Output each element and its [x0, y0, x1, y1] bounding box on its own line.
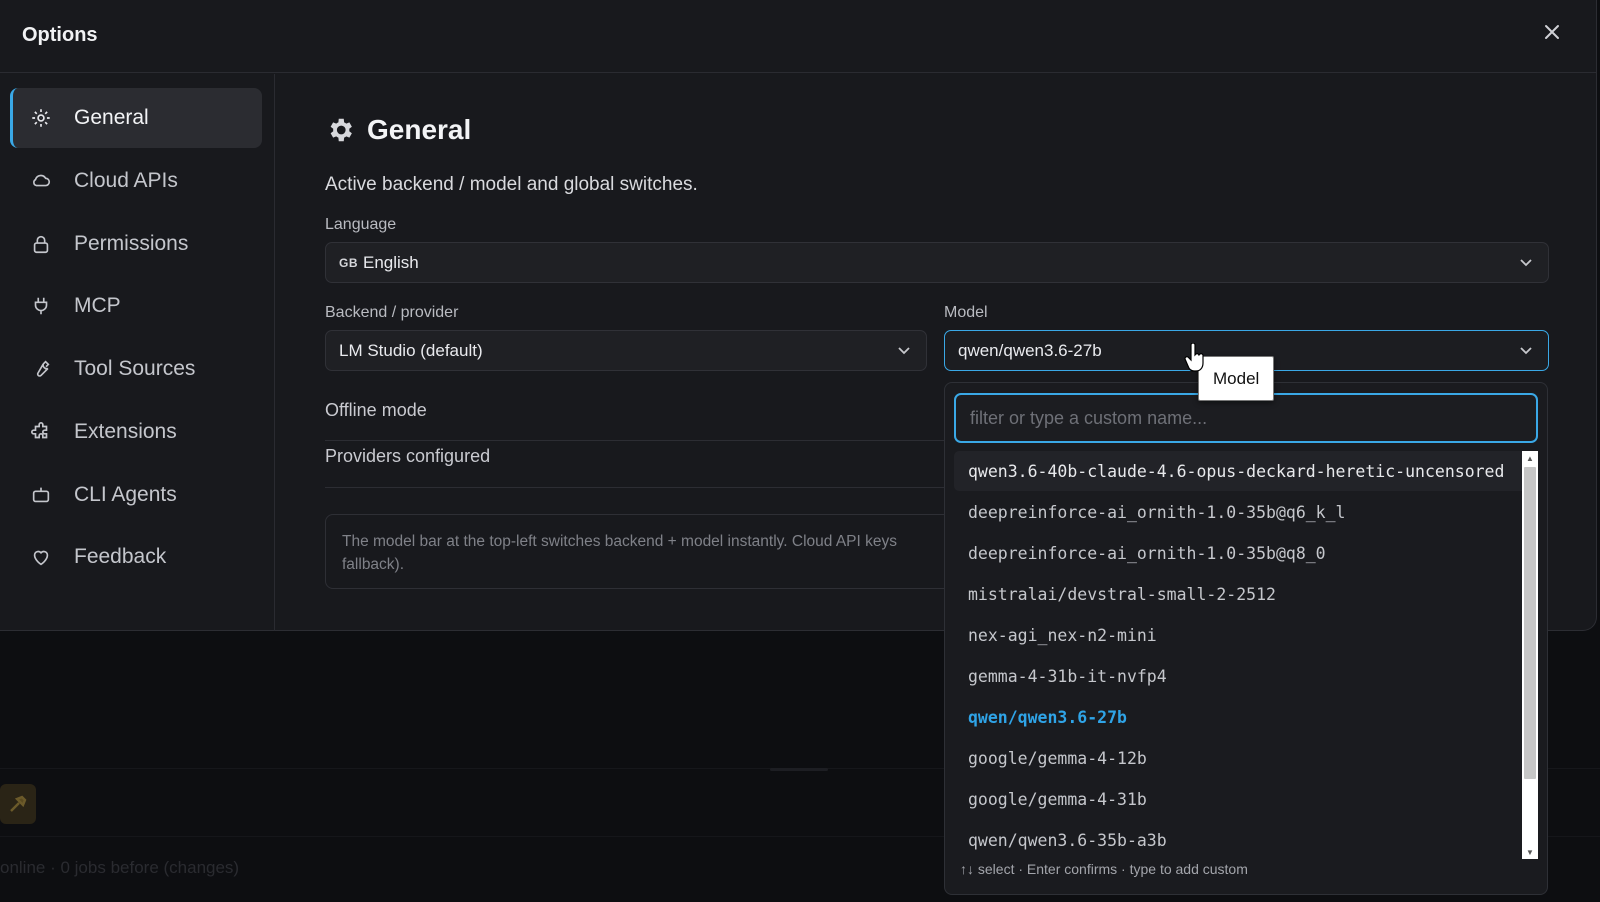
sidebar-item-cli-agents[interactable]: CLI Agents: [10, 465, 262, 525]
page-title: General: [325, 114, 471, 146]
scroll-up-arrow-icon[interactable]: ▲: [1522, 451, 1538, 465]
model-label: Model: [944, 304, 988, 321]
page-description: Active backend / model and global switch…: [325, 174, 698, 195]
providers-configured-label: Providers configured: [325, 446, 491, 466]
model-option[interactable]: qwen3.6-40b-claude-4.6-opus-deckard-here…: [954, 451, 1529, 491]
chevron-down-icon: [898, 347, 910, 355]
wrench-icon: [30, 358, 52, 380]
sidebar-item-label: Extensions: [74, 420, 177, 443]
model-option[interactable]: gemma-4-31b-it-nvfp4: [954, 656, 1529, 696]
language-value: English: [363, 252, 419, 272]
model-option[interactable]: nex-agi_nex-n2-mini: [954, 615, 1529, 655]
dropdown-hint: ↑↓ select · Enter confirms · type to add…: [960, 861, 1248, 877]
backend-select[interactable]: LM Studio (default): [325, 330, 927, 371]
model-option[interactable]: qwen/qwen3.6-35b-a3b: [954, 820, 1529, 859]
language-select[interactable]: GB English: [325, 242, 1549, 283]
cloud-icon: [30, 170, 52, 192]
sidebar-item-feedback[interactable]: Feedback: [10, 527, 262, 587]
chevron-down-icon: [1520, 347, 1532, 355]
sidebar-item-cloud-apis[interactable]: Cloud APIs: [10, 151, 262, 211]
dialog-title: Options: [22, 24, 98, 46]
language-label: Language: [325, 216, 397, 233]
dropdown-scrollbar[interactable]: ▲ ▼: [1522, 451, 1538, 859]
heart-icon: [30, 546, 52, 568]
sidebar-item-label: MCP: [74, 294, 121, 317]
resize-handle: [770, 768, 828, 771]
close-icon: [1545, 25, 1559, 39]
model-option[interactable]: google/gemma-4-12b: [954, 738, 1529, 778]
model-option[interactable]: google/gemma-4-31b: [954, 779, 1529, 819]
sidebar-item-label: CLI Agents: [74, 483, 177, 506]
sidebar-item-mcp[interactable]: MCP: [10, 276, 262, 336]
robot-icon: [30, 484, 52, 506]
flag-gb-icon: GB: [339, 255, 358, 270]
model-option[interactable]: deepreinforce-ai_ornith-1.0-35b@q8_0: [954, 533, 1529, 573]
scroll-down-arrow-icon[interactable]: ▼: [1522, 845, 1538, 859]
sidebar-item-label: Cloud APIs: [74, 169, 178, 192]
sidebar-item-general[interactable]: General: [10, 88, 262, 148]
sidebar-item-label: General: [74, 106, 149, 129]
sidebar-item-label: Permissions: [74, 232, 189, 255]
close-button[interactable]: [1538, 18, 1566, 46]
page-title-text: General: [367, 114, 472, 145]
model-option-selected[interactable]: qwen/qwen3.6-27b: [954, 697, 1529, 737]
divider: [325, 440, 945, 441]
model-options-list: qwen3.6-40b-claude-4.6-opus-deckard-here…: [954, 451, 1529, 859]
gear-icon: [30, 107, 52, 129]
info-note: The model bar at the top-left switches b…: [325, 514, 965, 589]
chevron-down-icon: [1520, 259, 1532, 267]
offline-mode-label: Offline mode: [325, 400, 427, 420]
divider: [325, 487, 945, 488]
model-option[interactable]: mistralai/devstral-small-2-2512: [954, 574, 1529, 614]
sidebar-item-tool-sources[interactable]: Tool Sources: [10, 339, 262, 399]
gear-icon: [325, 115, 355, 145]
sidebar-item-permissions[interactable]: Permissions: [10, 214, 262, 274]
dialog-header: Options: [0, 0, 1596, 73]
backend-value: LM Studio (default): [339, 340, 483, 360]
options-sidebar: General Cloud APIs Permissions MCP Tool …: [0, 74, 275, 631]
model-option[interactable]: deepreinforce-ai_ornith-1.0-35b@q6_k_l: [954, 492, 1529, 532]
hand-cursor-icon: [1184, 343, 1204, 372]
background-status-text: online · 0 jobs before (changes): [0, 858, 240, 877]
lock-icon: [30, 233, 52, 255]
scrollbar-thumb[interactable]: [1524, 467, 1536, 779]
sidebar-item-label: Feedback: [74, 545, 167, 568]
plug-icon: [30, 295, 52, 317]
model-value: qwen/qwen3.6-27b: [958, 340, 1102, 360]
sidebar-item-label: Tool Sources: [74, 357, 196, 380]
hammer-icon: [0, 784, 36, 824]
model-dropdown: qwen3.6-40b-claude-4.6-opus-deckard-here…: [944, 382, 1548, 895]
backend-label: Backend / provider: [325, 304, 459, 321]
puzzle-icon: [30, 421, 52, 443]
model-tooltip: Model: [1198, 356, 1275, 401]
sidebar-item-extensions[interactable]: Extensions: [10, 402, 262, 462]
